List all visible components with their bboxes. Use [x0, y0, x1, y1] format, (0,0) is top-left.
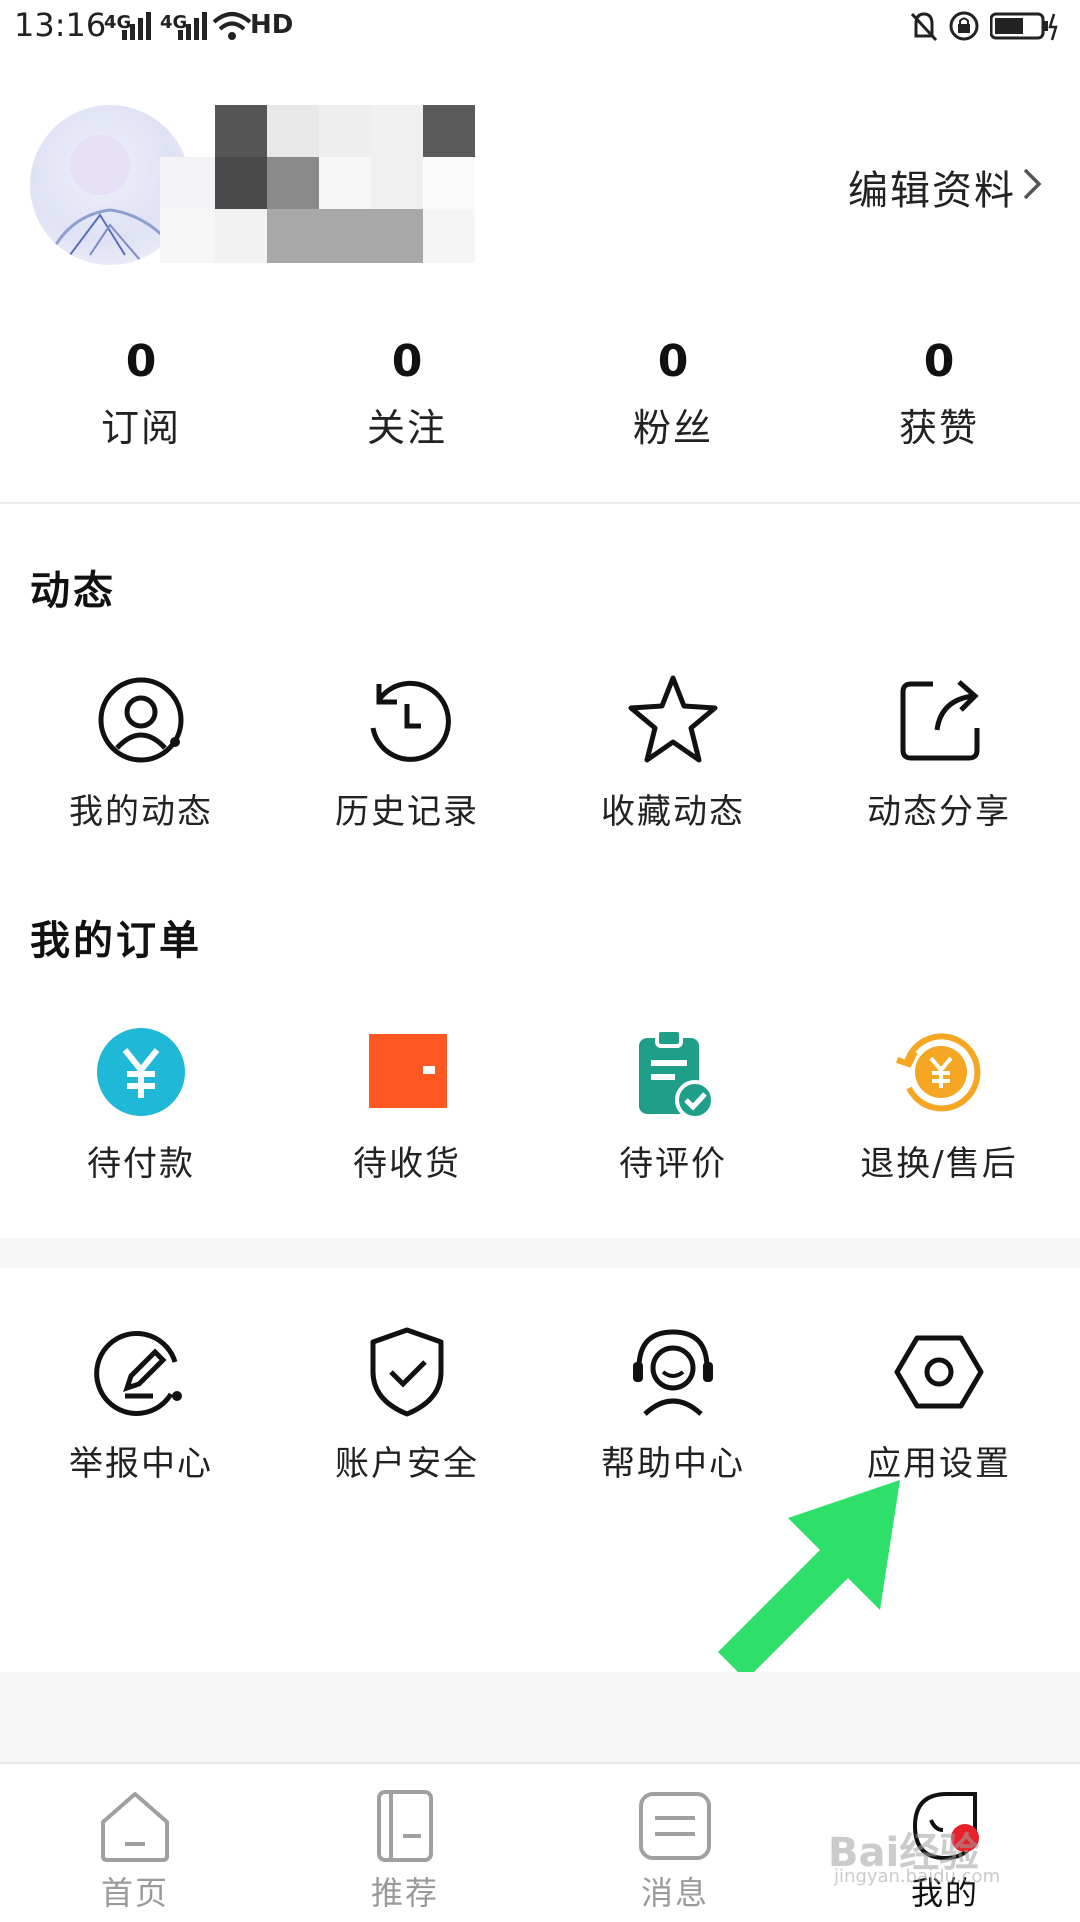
- clipboard-check-icon: [639, 1028, 715, 1120]
- grid-item-pending-receipt[interactable]: 待收货: [272, 1022, 542, 1185]
- book-icon: [377, 1790, 433, 1862]
- status-bar: 13:16 4G 4G HD: [0, 0, 1080, 56]
- status-time: 13:16: [14, 6, 107, 44]
- shield-check-icon: [370, 1327, 444, 1417]
- star-icon: [628, 675, 718, 763]
- grid-item-help-center[interactable]: 帮助中心: [538, 1322, 808, 1485]
- grid-item-app-settings[interactable]: 应用设置: [804, 1322, 1074, 1485]
- mute-bell-icon: [910, 12, 938, 42]
- stat-label: 关注: [366, 406, 447, 450]
- grid-item-pending-payment[interactable]: 待付款: [6, 1022, 276, 1185]
- user-circle-icon: [98, 677, 184, 763]
- stat-subscriptions[interactable]: 0 订阅: [6, 335, 276, 452]
- section-separator: [0, 1238, 1080, 1268]
- divider: [0, 502, 1080, 504]
- stat-label: 粉丝: [632, 406, 713, 450]
- chevron-right-icon[interactable]: [1020, 166, 1044, 202]
- refund-icon: [896, 1033, 981, 1112]
- wallet-icon: [369, 1034, 447, 1108]
- grid-label: 待收货: [353, 1144, 461, 1184]
- report-pen-icon: [94, 1330, 182, 1416]
- stat-value: 0: [391, 336, 423, 387]
- section-title-dynamics: 动态: [30, 568, 116, 614]
- username-blurred: [160, 105, 540, 267]
- nav-label: 首页: [100, 1874, 169, 1912]
- home-icon: [101, 1792, 169, 1862]
- annotation-arrow: [718, 1480, 900, 1680]
- signal-bars-icon: [122, 12, 151, 40]
- grid-label: 历史记录: [335, 792, 479, 832]
- stat-value: 0: [657, 336, 689, 387]
- nav-item-messages[interactable]: 消息: [540, 1764, 810, 1922]
- nav-item-home[interactable]: 首页: [0, 1764, 270, 1922]
- grid-item-share[interactable]: 动态分享: [804, 670, 1074, 833]
- grid-item-pending-review[interactable]: 待评价: [538, 1022, 808, 1185]
- history-icon: [370, 680, 451, 762]
- grid-item-my-dynamics[interactable]: 我的动态: [6, 670, 276, 833]
- grid-item-report-center[interactable]: 举报中心: [6, 1322, 276, 1485]
- stat-following[interactable]: 0 关注: [272, 335, 542, 452]
- signal-bars-icon-2: [178, 12, 207, 40]
- stat-label: 获赞: [898, 406, 979, 450]
- grid-item-refund[interactable]: 退换/售后: [804, 1022, 1074, 1185]
- grid-label: 我的动态: [69, 792, 213, 832]
- stat-fans[interactable]: 0 粉丝: [538, 335, 808, 452]
- nav-label: 推荐: [370, 1874, 439, 1912]
- stat-likes[interactable]: 0 获赞: [804, 335, 1074, 452]
- grid-label: 待评价: [619, 1144, 727, 1184]
- grid-label: 账户安全: [335, 1444, 479, 1484]
- nav-label: 消息: [640, 1874, 709, 1912]
- grid-label: 退换/售后: [860, 1144, 1018, 1184]
- headset-icon: [633, 1329, 713, 1416]
- stat-value: 0: [923, 336, 955, 387]
- hd-label: HD: [250, 10, 294, 40]
- share-icon: [900, 680, 980, 761]
- nav-item-recommend[interactable]: 推荐: [270, 1764, 540, 1922]
- wifi-icon: [212, 12, 252, 40]
- grid-item-favorites[interactable]: 收藏动态: [538, 670, 808, 833]
- hex-gear-icon: [894, 1335, 984, 1409]
- grid-item-account-security[interactable]: 账户安全: [272, 1322, 542, 1485]
- grid-item-history[interactable]: 历史记录: [272, 670, 542, 833]
- yen-icon: [97, 1028, 185, 1116]
- grid-label: 动态分享: [867, 792, 1011, 832]
- grid-label: 收藏动态: [601, 792, 745, 832]
- message-icon: [639, 1792, 711, 1860]
- grid-label: 待付款: [87, 1144, 195, 1184]
- stat-value: 0: [125, 336, 157, 387]
- battery-icon: [990, 12, 1058, 41]
- stat-label: 订阅: [100, 406, 181, 450]
- bottom-spacer: [0, 1672, 1080, 1762]
- grid-label: 举报中心: [69, 1444, 213, 1484]
- edit-profile-link[interactable]: 编辑资料: [848, 158, 1016, 216]
- lock-rotation-icon: [949, 11, 979, 41]
- watermark-sub: jingyan.baidu.com: [834, 1866, 1001, 1887]
- section-title-orders: 我的订单: [30, 918, 202, 964]
